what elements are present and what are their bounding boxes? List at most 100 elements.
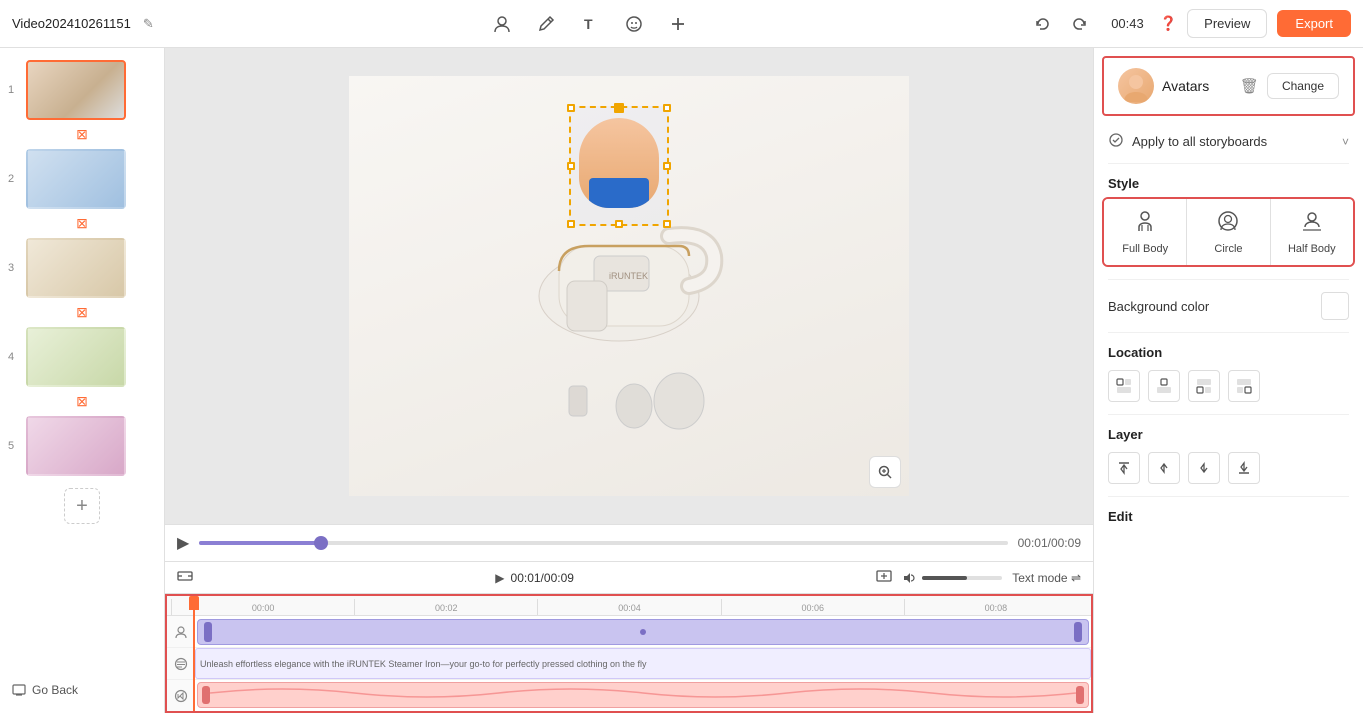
tl-time-display: 00:01/00:09 [511,571,574,585]
preview-thumb-btn[interactable] [876,568,892,587]
location-top-center-btn[interactable] [1148,370,1180,402]
resize-handle-tc[interactable] [614,103,624,113]
person-tool-btn[interactable] [486,8,518,40]
resize-handle-ml[interactable] [567,162,575,170]
audio-track-row [167,680,1091,712]
timeline-playhead[interactable] [193,596,195,711]
tl-play-btn[interactable]: ▶ [495,571,504,585]
storyboard-item-2[interactable]: 2 [0,145,164,213]
storyboard-thumb-2[interactable] [26,149,126,209]
timeline-fit-btn[interactable] [177,568,193,587]
text-track-content-area: Unleash effortless elegance with the iRU… [195,648,1091,679]
divider-5 [1108,496,1349,497]
storyboard-sep-4: ⊠ [0,391,164,412]
duration-display: 00:43 [1105,16,1150,31]
clip-handle-right[interactable] [1074,622,1082,642]
canvas-viewport: iRUNTEK [165,48,1093,524]
layer-down-btn[interactable] [1188,452,1220,484]
storyboard-item-3[interactable]: 3 [0,234,164,302]
audio-volume-control [902,571,1002,585]
resize-handle-tl[interactable] [567,104,575,112]
half-body-label: Half Body [1288,243,1336,255]
storyboard-thumb-5[interactable] [26,416,126,476]
timeline-tracks-content: 00:00 00:02 00:04 00:06 00:08 [165,594,1093,713]
project-title: Video202410261151 [12,16,131,31]
avatar-track-row [167,616,1091,648]
add-storyboard-btn[interactable]: + [64,488,100,524]
zoom-btn[interactable] [869,456,901,488]
avatar-change-btn[interactable]: Change [1267,73,1339,99]
style-full-body[interactable]: Full Body [1104,199,1187,265]
left-panel: 1 ⊠ 2 ⊠ 3 ⊠ 4 ⊠ 5 + Go Back [0,48,165,713]
storyboard-sep-1: ⊠ [0,124,164,145]
layer-up-btn[interactable] [1148,452,1180,484]
play-btn[interactable]: ▶ [177,533,189,553]
storyboard-thumb-1[interactable] [26,60,126,120]
storyboard-sep-3: ⊠ [0,302,164,323]
avatar-track-icon [167,616,195,647]
right-panel: Avatars 🗑 Change Apply to all storyboard… [1093,48,1363,713]
avatar-element[interactable] [569,106,669,226]
resize-handle-br[interactable] [663,220,671,228]
divider-1 [1108,163,1349,164]
storyboard-item-1[interactable]: 1 [0,56,164,124]
help-icon[interactable]: ❓ [1160,15,1177,32]
text-mode-btn[interactable]: Text mode ⇌ [1012,571,1081,585]
bg-color-swatch[interactable] [1321,292,1349,320]
time-display: 00:01/00:09 [1018,536,1081,550]
audio-clip-handle-right[interactable] [1076,686,1084,704]
audio-slider[interactable] [922,576,1002,580]
storyboard-number-5: 5 [8,440,20,452]
resize-handle-tr[interactable] [663,104,671,112]
ruler-mark-4: 00:08 [904,599,1087,615]
clip-dot [640,629,646,635]
text-track-content[interactable]: Unleash effortless elegance with the iRU… [195,648,1091,679]
go-back-btn[interactable]: Go Back [0,675,164,705]
edit-title-icon[interactable]: ✎ [143,16,154,32]
toolbar-center: T [162,8,1019,40]
clip-handle-left[interactable] [204,622,212,642]
layer-options [1094,448,1363,492]
layer-to-bottom-btn[interactable] [1228,452,1260,484]
resize-handle-mr[interactable] [663,162,671,170]
audio-clip-handle-left[interactable] [202,686,210,704]
storyboard-item-4[interactable]: 4 [0,323,164,391]
style-half-body[interactable]: Half Body [1271,199,1353,265]
layer-section-title: Layer [1094,419,1363,448]
main-area: 1 ⊠ 2 ⊠ 3 ⊠ 4 ⊠ 5 + Go Back [0,48,1363,713]
redo-btn[interactable] [1063,8,1095,40]
progress-thumb[interactable] [314,536,328,550]
edit-section-title: Edit [1094,501,1363,530]
brush-tool-btn[interactable] [530,8,562,40]
apply-chevron-icon[interactable]: ˅ [1342,135,1349,149]
add-element-btn[interactable] [662,8,694,40]
storyboard-item-5[interactable]: 5 [0,412,164,480]
playhead-top [189,596,199,610]
top-bar-right: 00:43 ❓ Preview Export [1027,8,1351,40]
layer-to-top-btn[interactable] [1108,452,1140,484]
storyboard-thumb-3[interactable] [26,238,126,298]
location-bottom-left-btn[interactable] [1188,370,1220,402]
audio-track-clip[interactable] [197,682,1089,708]
storyboard-number-4: 4 [8,351,20,363]
undo-btn[interactable] [1027,8,1059,40]
full-body-label: Full Body [1122,243,1168,255]
resize-handle-bc[interactable] [615,220,623,228]
style-circle[interactable]: Circle [1187,199,1270,265]
avatar-delete-btn[interactable]: 🗑 [1240,77,1259,95]
text-tool-btn[interactable]: T [574,8,606,40]
storyboard-thumb-4[interactable] [26,327,126,387]
preview-btn[interactable]: Preview [1187,9,1267,38]
export-btn[interactable]: Export [1277,10,1351,37]
ruler-mark-3: 00:06 [721,599,904,615]
apply-to-all-row[interactable]: Apply to all storyboards ˅ [1094,124,1363,159]
face-tool-btn[interactable] [618,8,650,40]
resize-handle-bl[interactable] [567,220,575,228]
clip-inner [212,629,1074,635]
bg-color-label: Background color [1108,299,1313,314]
location-bottom-right-btn[interactable] [1228,370,1260,402]
progress-track[interactable] [199,541,1007,545]
location-top-left-btn[interactable] [1108,370,1140,402]
avatar-track-clip[interactable] [197,619,1089,645]
divider-3 [1108,332,1349,333]
